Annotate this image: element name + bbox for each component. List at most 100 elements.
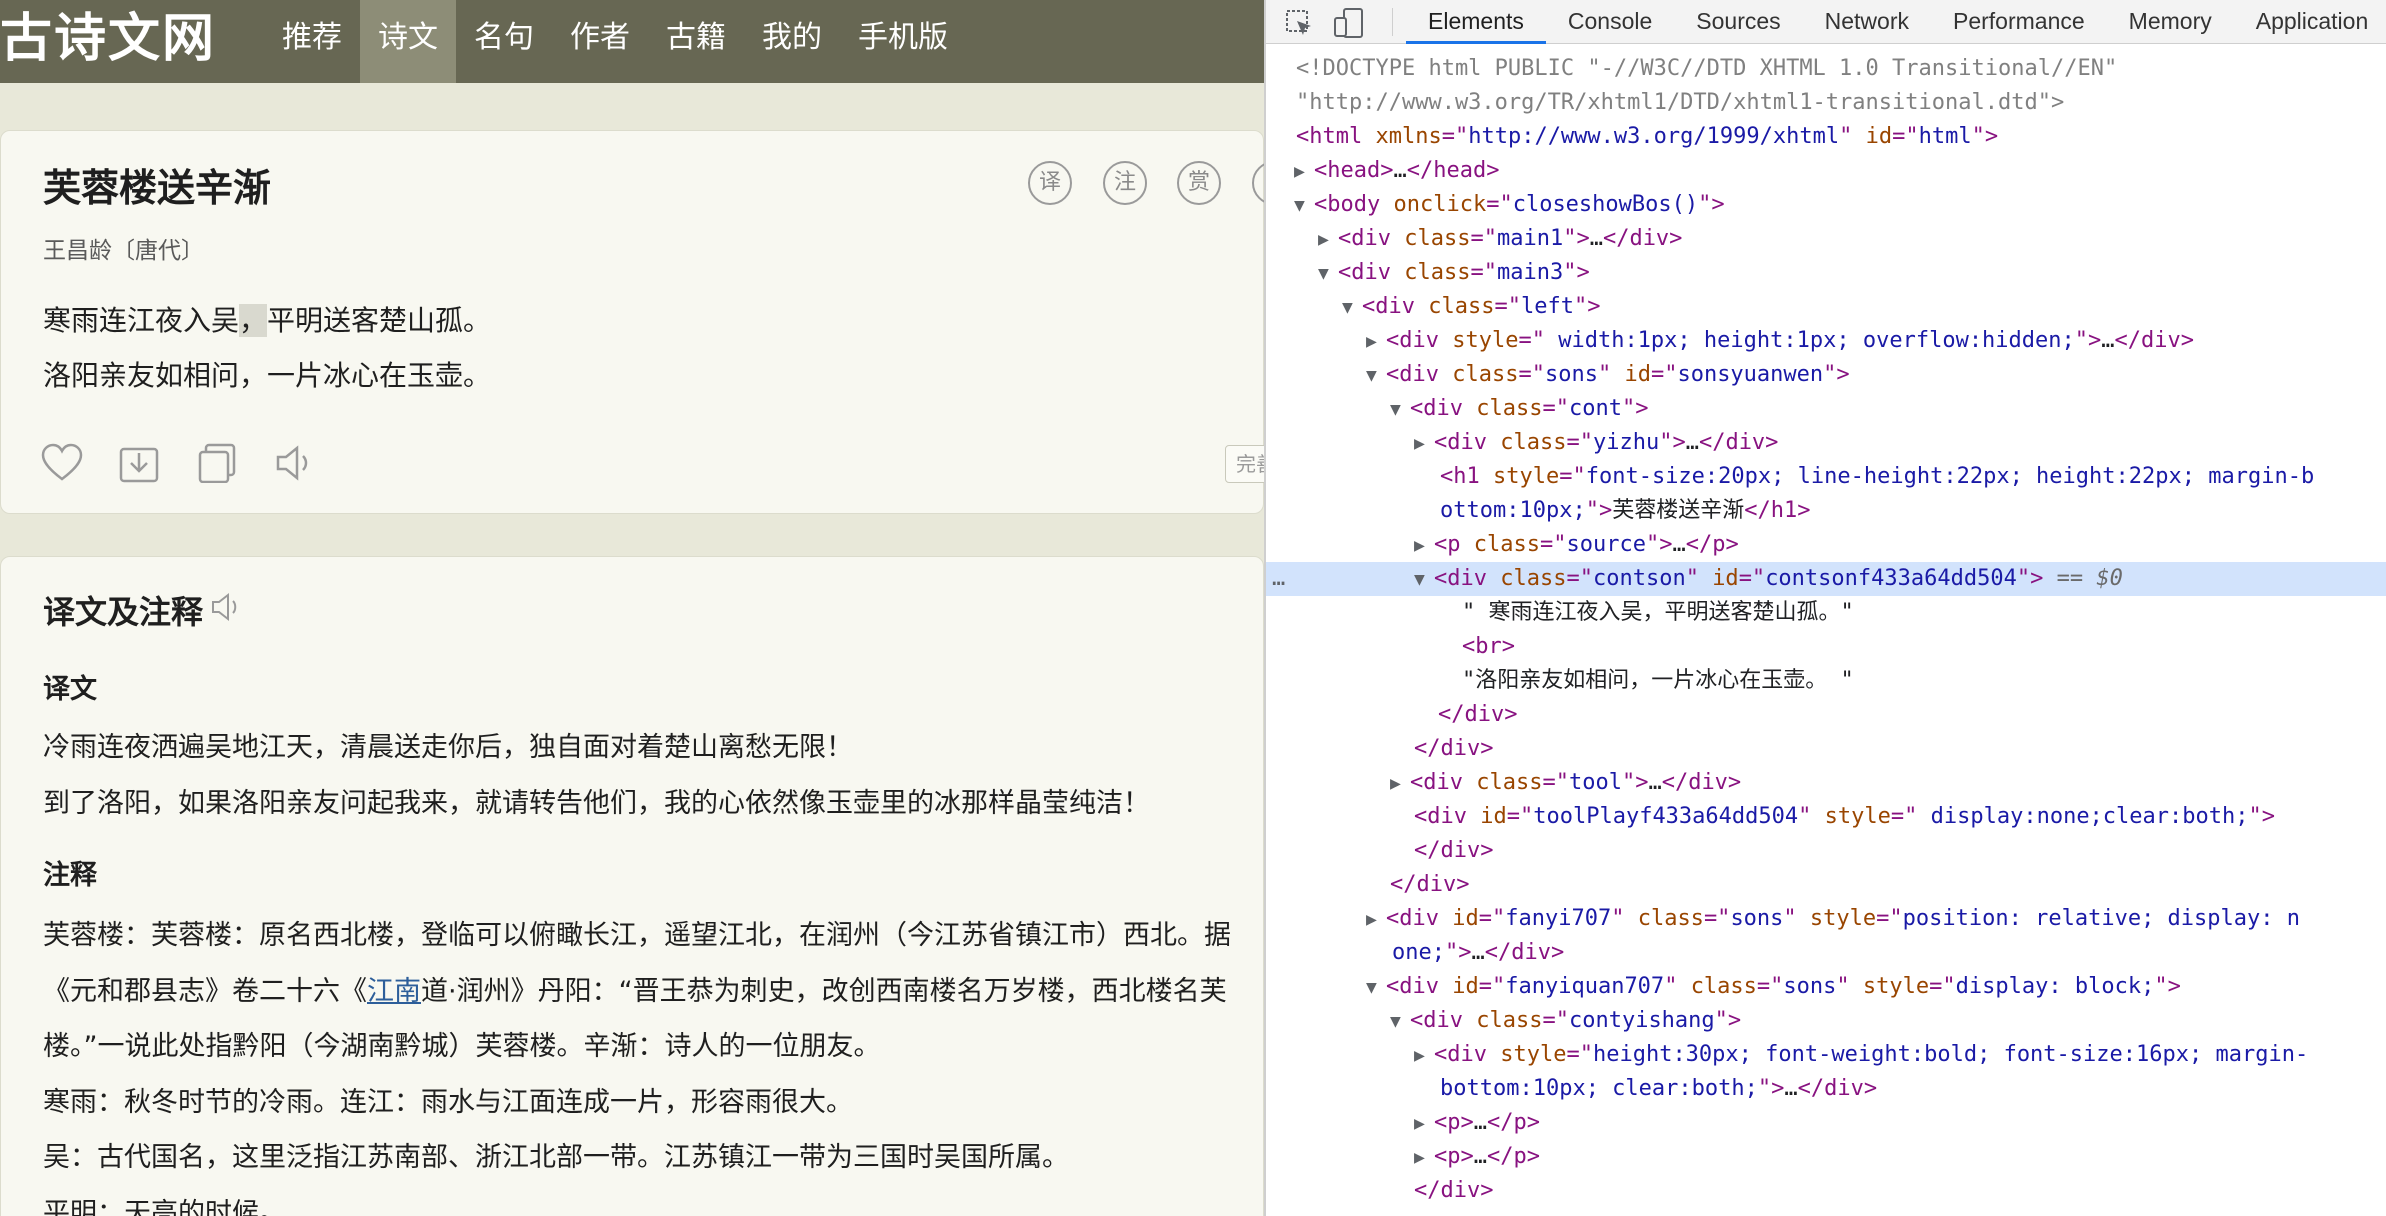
dom-close-div[interactable]: </div>: [1266, 868, 2386, 902]
expand-arrow-icon[interactable]: ▶: [1414, 427, 1434, 460]
annotation-text: 《元和郡县志》卷二十六《: [43, 976, 367, 1007]
copy-icon[interactable]: [197, 443, 237, 487]
translation-notes-card: 译文及注释 译文 冷雨连夜洒遍吴地江天，清晨送走你后，独自面对着楚山离愁无限！ …: [0, 556, 1264, 1216]
dom-node-cont[interactable]: ▼ <div class="cont">: [1266, 392, 2386, 426]
attr-value: closeshowBos(): [1512, 192, 1699, 217]
pinyin-button[interactable]: 音: [1252, 161, 1264, 205]
dom-node-fanyi[interactable]: ▶ <div id="fanyi707" class="sons" style="…: [1266, 902, 2386, 936]
heart-icon[interactable]: [41, 443, 83, 487]
tab-performance[interactable]: Performance: [1931, 0, 2107, 44]
dom-node-doctype-cont[interactable]: "http://www.w3.org/TR/xhtml1/DTD/xhtml1-…: [1266, 86, 2386, 120]
dom-close-div[interactable]: </div>: [1266, 698, 2386, 732]
dom-node-fanyiquan[interactable]: ▼ <div id="fanyiquan707" class="sons" sty…: [1266, 970, 2386, 1004]
dom-node-source[interactable]: ▶ <p class="source">…</p>: [1266, 528, 2386, 562]
nav-item-mine[interactable]: 我的: [744, 0, 840, 83]
attr-value: position: relative; display: n: [1902, 906, 2301, 931]
download-icon[interactable]: [119, 443, 159, 487]
device-toolbar-icon[interactable]: [1332, 6, 1366, 44]
dom-node-hidden-div[interactable]: ▶ <div style=" width:1px; height:1px; ove…: [1266, 324, 2386, 358]
dom-node-head[interactable]: ▶ <head>…</head>: [1266, 154, 2386, 188]
attr-value: fanyiquan707: [1505, 974, 1665, 999]
expand-arrow-icon[interactable]: ▶: [1414, 1039, 1434, 1072]
dom-node-sons[interactable]: ▼ <div class="sons" id="sonsyuanwen">: [1266, 358, 2386, 392]
dom-close-div[interactable]: </div>: [1266, 732, 2386, 766]
attr-value: width:1px; height:1px; overflow:hidden;: [1544, 328, 2075, 353]
nav-item-recommend[interactable]: 推荐: [264, 0, 360, 83]
nav-item-authors[interactable]: 作者: [552, 0, 648, 83]
dom-node-tool[interactable]: ▶ <div class="tool">…</div>: [1266, 766, 2386, 800]
nav-item-famous-lines[interactable]: 名句: [456, 0, 552, 83]
expand-arrow-icon[interactable]: ▶: [1318, 223, 1338, 256]
tab-memory[interactable]: Memory: [2107, 0, 2234, 44]
expand-arrow-icon[interactable]: ▶: [1390, 767, 1410, 800]
collapse-arrow-icon[interactable]: ▼: [1318, 257, 1338, 290]
tab-elements[interactable]: Elements: [1406, 0, 1546, 44]
sound-icon[interactable]: [211, 591, 243, 627]
site-header: 古诗文网 推荐 诗文 名句 作者 古籍 我的 手机版: [0, 0, 1264, 83]
collapse-arrow-icon[interactable]: ▼: [1414, 563, 1434, 596]
collapse-arrow-icon[interactable]: ▼: [1294, 189, 1314, 222]
more-options-icon[interactable]: …: [1272, 562, 1285, 596]
collapse-arrow-icon[interactable]: ▼: [1390, 393, 1410, 426]
site-logo[interactable]: 古诗文网: [0, 2, 216, 76]
nav-item-mobile[interactable]: 手机版: [840, 0, 966, 83]
attr-value: sons: [1730, 906, 1784, 931]
tab-network[interactable]: Network: [1803, 0, 1931, 44]
dom-close-div[interactable]: </div>: [1266, 834, 2386, 868]
dom-node-main1[interactable]: ▶ <div class="main1">…</div>: [1266, 222, 2386, 256]
dom-node-fanyi-cont[interactable]: one;">…</div>: [1266, 936, 2386, 970]
appreciation-button[interactable]: 赏: [1177, 161, 1221, 205]
attr-value: one;: [1392, 940, 1445, 965]
dom-node-toolplay[interactable]: <div id="toolPlayf433a64dd504" style=" d…: [1266, 800, 2386, 834]
dom-node-h1[interactable]: <h1 style="font-size:20px; line-height:2…: [1266, 460, 2386, 494]
poem-source[interactable]: 王昌龄〔唐代〕: [43, 231, 204, 265]
dom-node-p[interactable]: ▶ <p>…</p>: [1266, 1106, 2386, 1140]
dom-node-yizhu[interactable]: ▶ <div class="yizhu">…</div>: [1266, 426, 2386, 460]
inspect-element-icon[interactable]: [1284, 8, 1314, 42]
nav-item-classics[interactable]: 古籍: [648, 0, 744, 83]
poem-line-1-a: 寒雨连江夜入吴: [43, 304, 240, 337]
dom-node-p[interactable]: ▶ <p>…</p>: [1266, 1140, 2386, 1174]
dom-node-styled-div-cont[interactable]: bottom:10px; clear:both;">…</div>: [1266, 1072, 2386, 1106]
expand-arrow-icon[interactable]: ▶: [1414, 1107, 1434, 1140]
complete-button[interactable]: 完善: [1225, 445, 1264, 483]
dom-node-left[interactable]: ▼ <div class="left">: [1266, 290, 2386, 324]
site-nav: 推荐 诗文 名句 作者 古籍 我的 手机版: [264, 0, 966, 83]
annotation-line: 《元和郡县志》卷二十六《江南道·润州》丹阳：“晋王恭为刺史，改创西南楼名万岁楼，…: [43, 969, 1227, 1008]
dom-node-contson-selected[interactable]: … ▼ <div class="contson" id="contsonf433a6…: [1266, 562, 2386, 596]
annotation-button[interactable]: 注: [1103, 161, 1147, 205]
expand-arrow-icon[interactable]: ▶: [1414, 529, 1434, 562]
dom-close-div[interactable]: </div>: [1266, 1174, 2386, 1208]
nav-item-poems[interactable]: 诗文: [360, 0, 456, 83]
collapse-arrow-icon[interactable]: ▼: [1390, 1005, 1410, 1038]
attr-value: html: [1918, 124, 1972, 149]
collapse-arrow-icon[interactable]: ▼: [1342, 291, 1362, 324]
collapse-arrow-icon[interactable]: ▼: [1366, 971, 1386, 1004]
website-viewport: 古诗文网 推荐 诗文 名句 作者 古籍 我的 手机版 芙蓉楼送辛渐 王昌龄〔唐代…: [0, 0, 1264, 1216]
collapse-arrow-icon[interactable]: ▼: [1366, 359, 1386, 392]
tab-console[interactable]: Console: [1546, 0, 1674, 44]
dom-node-body[interactable]: ▼ <body onclick="closeshowBos()">: [1266, 188, 2386, 222]
poem-title: 芙蓉楼送辛渐: [43, 166, 272, 210]
translation-subtitle: 译文: [43, 674, 97, 705]
tab-application[interactable]: Application: [2234, 0, 2386, 44]
dom-node-styled-div[interactable]: ▶ <div style="height:30px; font-weight:bo…: [1266, 1038, 2386, 1072]
dom-node-html[interactable]: <html xmlns="http://www.w3.org/1999/xhtm…: [1266, 120, 2386, 154]
expand-arrow-icon[interactable]: ▶: [1366, 903, 1386, 936]
dom-node-h1-cont[interactable]: ottom:10px;">芙蓉楼送辛渐</h1>: [1266, 494, 2386, 528]
sound-icon[interactable]: [275, 443, 317, 487]
dom-node-doctype[interactable]: <!DOCTYPE html PUBLIC "-//W3C//DTD XHTML…: [1266, 52, 2386, 86]
translation-button[interactable]: 译: [1028, 161, 1072, 205]
expand-arrow-icon[interactable]: ▶: [1366, 325, 1386, 358]
devtools-tabs: Elements Console Sources Network Perform…: [1406, 0, 2386, 44]
tab-sources[interactable]: Sources: [1674, 0, 1802, 44]
attr-value: cont: [1568, 396, 1622, 421]
expand-arrow-icon[interactable]: ▶: [1294, 155, 1314, 188]
dom-node-main3[interactable]: ▼ <div class="main3">: [1266, 256, 2386, 290]
dom-text-node[interactable]: " 寒雨连江夜入吴，平明送客楚山孤。": [1266, 596, 2386, 630]
dom-text-node[interactable]: "洛阳亲友如相问，一片冰心在玉壶。 ": [1266, 664, 2386, 698]
dom-node-br[interactable]: <br>: [1266, 630, 2386, 664]
jiangnan-link[interactable]: 江南: [367, 976, 421, 1007]
dom-node-contyishang[interactable]: ▼ <div class="contyishang">: [1266, 1004, 2386, 1038]
expand-arrow-icon[interactable]: ▶: [1414, 1141, 1434, 1174]
